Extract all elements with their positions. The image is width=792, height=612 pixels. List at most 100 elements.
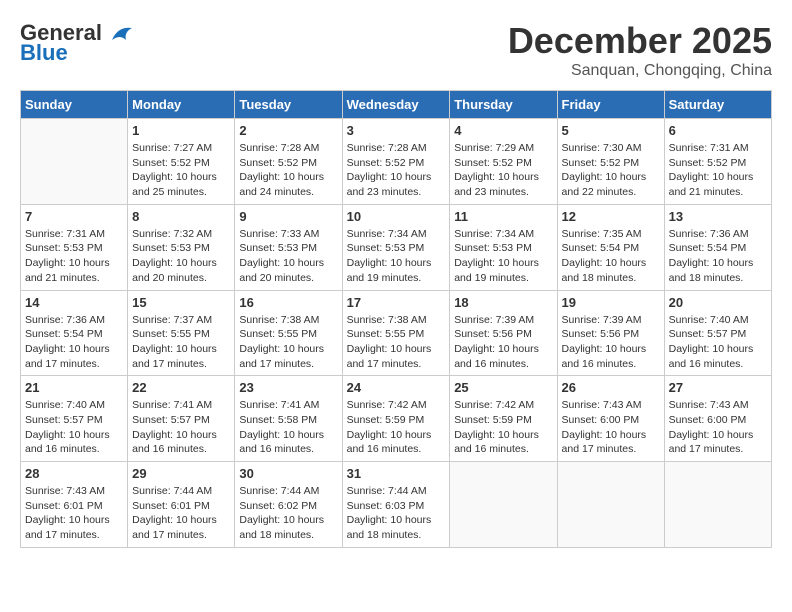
weekday-header-thursday: Thursday bbox=[450, 91, 557, 119]
calendar-cell bbox=[450, 462, 557, 548]
day-number: 10 bbox=[347, 209, 446, 224]
day-info: Sunrise: 7:39 AMSunset: 5:56 PMDaylight:… bbox=[562, 313, 660, 372]
day-number: 8 bbox=[132, 209, 230, 224]
day-number: 25 bbox=[454, 380, 552, 395]
day-number: 28 bbox=[25, 466, 123, 481]
day-info: Sunrise: 7:44 AMSunset: 6:01 PMDaylight:… bbox=[132, 484, 230, 543]
day-info: Sunrise: 7:42 AMSunset: 5:59 PMDaylight:… bbox=[454, 398, 552, 457]
day-info: Sunrise: 7:31 AMSunset: 5:53 PMDaylight:… bbox=[25, 227, 123, 286]
day-info: Sunrise: 7:38 AMSunset: 5:55 PMDaylight:… bbox=[239, 313, 337, 372]
calendar-cell: 18 Sunrise: 7:39 AMSunset: 5:56 PMDayligh… bbox=[450, 290, 557, 376]
day-info: Sunrise: 7:35 AMSunset: 5:54 PMDaylight:… bbox=[562, 227, 660, 286]
calendar-cell: 6 Sunrise: 7:31 AMSunset: 5:52 PMDaylight… bbox=[664, 119, 771, 205]
day-number: 29 bbox=[132, 466, 230, 481]
calendar-cell: 16Sunrise: 7:38 AMSunset: 5:55 PMDayligh… bbox=[235, 290, 342, 376]
day-number: 14 bbox=[25, 295, 123, 310]
day-number: 3 bbox=[347, 123, 446, 138]
day-info: Sunrise: 7:39 AMSunset: 5:56 PMDaylight:… bbox=[454, 313, 552, 372]
calendar-cell: 26Sunrise: 7:43 AMSunset: 6:00 PMDayligh… bbox=[557, 376, 664, 462]
calendar-cell: 7 Sunrise: 7:31 AMSunset: 5:53 PMDaylight… bbox=[21, 204, 128, 290]
calendar-cell: 3 Sunrise: 7:28 AMSunset: 5:52 PMDaylight… bbox=[342, 119, 450, 205]
day-info: Sunrise: 7:37 AMSunset: 5:55 PMDaylight:… bbox=[132, 313, 230, 372]
logo-bird-icon bbox=[104, 22, 136, 44]
logo-blue: Blue bbox=[20, 40, 68, 66]
day-info: Sunrise: 7:31 AMSunset: 5:52 PMDaylight:… bbox=[669, 141, 767, 200]
day-info: Sunrise: 7:27 AMSunset: 5:52 PMDaylight:… bbox=[132, 141, 230, 200]
weekday-header-sunday: Sunday bbox=[21, 91, 128, 119]
day-info: Sunrise: 7:36 AMSunset: 5:54 PMDaylight:… bbox=[25, 313, 123, 372]
day-number: 21 bbox=[25, 380, 123, 395]
day-info: Sunrise: 7:44 AMSunset: 6:02 PMDaylight:… bbox=[239, 484, 337, 543]
day-info: Sunrise: 7:30 AMSunset: 5:52 PMDaylight:… bbox=[562, 141, 660, 200]
day-number: 30 bbox=[239, 466, 337, 481]
day-info: Sunrise: 7:43 AMSunset: 6:00 PMDaylight:… bbox=[669, 398, 767, 457]
calendar-cell: 10 Sunrise: 7:34 AMSunset: 5:53 PMDayligh… bbox=[342, 204, 450, 290]
day-number: 9 bbox=[239, 209, 337, 224]
location: Sanquan, Chongqing, China bbox=[508, 62, 772, 80]
calendar-week-2: 7 Sunrise: 7:31 AMSunset: 5:53 PMDaylight… bbox=[21, 204, 772, 290]
calendar-week-3: 14 Sunrise: 7:36 AMSunset: 5:54 PMDayligh… bbox=[21, 290, 772, 376]
calendar-cell: 24 Sunrise: 7:42 AMSunset: 5:59 PMDayligh… bbox=[342, 376, 450, 462]
day-number: 24 bbox=[347, 380, 446, 395]
calendar-cell bbox=[664, 462, 771, 548]
day-number: 15 bbox=[132, 295, 230, 310]
day-info: Sunrise: 7:38 AMSunset: 5:55 PMDaylight:… bbox=[347, 313, 446, 372]
day-info: Sunrise: 7:28 AMSunset: 5:52 PMDaylight:… bbox=[347, 141, 446, 200]
day-number: 4 bbox=[454, 123, 552, 138]
calendar-cell: 12 Sunrise: 7:35 AMSunset: 5:54 PMDayligh… bbox=[557, 204, 664, 290]
day-info: Sunrise: 7:41 AMSunset: 5:57 PMDaylight:… bbox=[132, 398, 230, 457]
calendar-cell: 23 Sunrise: 7:41 AMSunset: 5:58 PMDayligh… bbox=[235, 376, 342, 462]
day-info: Sunrise: 7:29 AMSunset: 5:52 PMDaylight:… bbox=[454, 141, 552, 200]
day-number: 12 bbox=[562, 209, 660, 224]
calendar-cell: 2Sunrise: 7:28 AMSunset: 5:52 PMDaylight… bbox=[235, 119, 342, 205]
day-info: Sunrise: 7:41 AMSunset: 5:58 PMDaylight:… bbox=[239, 398, 337, 457]
calendar-cell: 14 Sunrise: 7:36 AMSunset: 5:54 PMDayligh… bbox=[21, 290, 128, 376]
title-block: December 2025 Sanquan, Chongqing, China bbox=[508, 20, 772, 80]
day-number: 26 bbox=[562, 380, 660, 395]
calendar-week-5: 28Sunrise: 7:43 AMSunset: 6:01 PMDayligh… bbox=[21, 462, 772, 548]
weekday-header-friday: Friday bbox=[557, 91, 664, 119]
calendar-cell: 9 Sunrise: 7:33 AMSunset: 5:53 PMDaylight… bbox=[235, 204, 342, 290]
calendar-cell: 29 Sunrise: 7:44 AMSunset: 6:01 PMDayligh… bbox=[128, 462, 235, 548]
day-number: 13 bbox=[669, 209, 767, 224]
weekday-header-monday: Monday bbox=[128, 91, 235, 119]
day-info: Sunrise: 7:34 AMSunset: 5:53 PMDaylight:… bbox=[454, 227, 552, 286]
day-info: Sunrise: 7:33 AMSunset: 5:53 PMDaylight:… bbox=[239, 227, 337, 286]
day-number: 22 bbox=[132, 380, 230, 395]
day-number: 7 bbox=[25, 209, 123, 224]
day-number: 19 bbox=[562, 295, 660, 310]
day-info: Sunrise: 7:42 AMSunset: 5:59 PMDaylight:… bbox=[347, 398, 446, 457]
month-title: December 2025 bbox=[508, 20, 772, 62]
day-info: Sunrise: 7:40 AMSunset: 5:57 PMDaylight:… bbox=[25, 398, 123, 457]
calendar-cell: 20 Sunrise: 7:40 AMSunset: 5:57 PMDayligh… bbox=[664, 290, 771, 376]
day-number: 23 bbox=[239, 380, 337, 395]
day-number: 11 bbox=[454, 209, 552, 224]
day-info: Sunrise: 7:34 AMSunset: 5:53 PMDaylight:… bbox=[347, 227, 446, 286]
day-info: Sunrise: 7:36 AMSunset: 5:54 PMDaylight:… bbox=[669, 227, 767, 286]
calendar-cell: 4 Sunrise: 7:29 AMSunset: 5:52 PMDaylight… bbox=[450, 119, 557, 205]
weekday-header-wednesday: Wednesday bbox=[342, 91, 450, 119]
day-number: 18 bbox=[454, 295, 552, 310]
day-number: 6 bbox=[669, 123, 767, 138]
weekday-header-row: SundayMondayTuesdayWednesdayThursdayFrid… bbox=[21, 91, 772, 119]
day-number: 31 bbox=[347, 466, 446, 481]
calendar-cell: 13 Sunrise: 7:36 AMSunset: 5:54 PMDayligh… bbox=[664, 204, 771, 290]
day-info: Sunrise: 7:28 AMSunset: 5:52 PMDaylight:… bbox=[239, 141, 337, 200]
page-header: General Blue December 2025 Sanquan, Chon… bbox=[20, 20, 772, 80]
calendar-cell: 21 Sunrise: 7:40 AMSunset: 5:57 PMDayligh… bbox=[21, 376, 128, 462]
day-info: Sunrise: 7:32 AMSunset: 5:53 PMDaylight:… bbox=[132, 227, 230, 286]
calendar-cell: 5 Sunrise: 7:30 AMSunset: 5:52 PMDaylight… bbox=[557, 119, 664, 205]
calendar-cell: 11 Sunrise: 7:34 AMSunset: 5:53 PMDayligh… bbox=[450, 204, 557, 290]
calendar-cell: 28Sunrise: 7:43 AMSunset: 6:01 PMDayligh… bbox=[21, 462, 128, 548]
weekday-header-saturday: Saturday bbox=[664, 91, 771, 119]
day-info: Sunrise: 7:40 AMSunset: 5:57 PMDaylight:… bbox=[669, 313, 767, 372]
calendar-cell: 17 Sunrise: 7:38 AMSunset: 5:55 PMDayligh… bbox=[342, 290, 450, 376]
calendar-table: SundayMondayTuesdayWednesdayThursdayFrid… bbox=[20, 90, 772, 548]
weekday-header-tuesday: Tuesday bbox=[235, 91, 342, 119]
day-number: 5 bbox=[562, 123, 660, 138]
day-number: 17 bbox=[347, 295, 446, 310]
day-number: 20 bbox=[669, 295, 767, 310]
calendar-cell: 27 Sunrise: 7:43 AMSunset: 6:00 PMDayligh… bbox=[664, 376, 771, 462]
calendar-cell: 31Sunrise: 7:44 AMSunset: 6:03 PMDayligh… bbox=[342, 462, 450, 548]
day-number: 27 bbox=[669, 380, 767, 395]
